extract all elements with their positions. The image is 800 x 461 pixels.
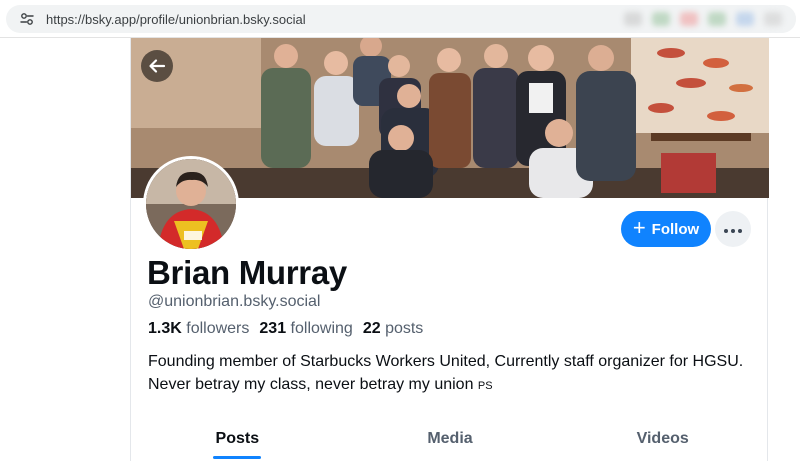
profile-tabs: Posts Media Videos <box>131 416 769 461</box>
url-text: https://bsky.app/profile/unionbrian.bsky… <box>46 11 306 27</box>
arrow-left-icon <box>149 59 166 73</box>
followers-link[interactable]: 1.3K followers <box>148 320 249 338</box>
profile-bio: Founding member of Starbucks Workers Uni… <box>148 350 748 398</box>
url-field[interactable]: https://bsky.app/profile/unionbrian.bsky… <box>6 5 796 33</box>
tab-label: Videos <box>636 429 689 447</box>
tab-media[interactable]: Media <box>344 416 557 461</box>
tab-label: Posts <box>215 429 260 447</box>
followers-count: 1.3K <box>148 320 182 337</box>
bio-text: Founding member of Starbucks Workers Uni… <box>148 353 744 393</box>
avatar[interactable] <box>143 156 239 252</box>
tab-videos[interactable]: Videos <box>556 416 769 461</box>
posts-label: posts <box>385 320 424 337</box>
display-name: Brian Murray <box>147 254 347 291</box>
plus-icon: + <box>632 215 646 240</box>
tab-label: Media <box>427 429 473 447</box>
profile-card: + Follow Brian Murray @unionbrian.bsky.s… <box>130 38 769 461</box>
following-link[interactable]: 231 following <box>259 320 352 338</box>
posts-count: 22 <box>362 320 381 337</box>
browser-address-bar: https://bsky.app/profile/unionbrian.bsky… <box>0 0 800 38</box>
bio-suffix: PS <box>477 380 493 392</box>
tune-icon[interactable] <box>14 6 40 32</box>
following-count: 231 <box>259 320 287 337</box>
tab-posts[interactable]: Posts <box>131 416 344 461</box>
follow-label: Follow <box>651 220 700 238</box>
followers-label: followers <box>186 320 250 337</box>
profile-handle: @unionbrian.bsky.social <box>148 293 321 310</box>
profile-stats: 1.3K followers 231 following 22 posts <box>148 320 423 338</box>
browser-extensions <box>526 5 796 33</box>
more-options-button[interactable] <box>715 211 751 247</box>
ellipsis-icon <box>723 220 744 238</box>
posts-stat: 22 posts <box>363 320 424 338</box>
following-label: following <box>290 320 353 337</box>
follow-button[interactable]: + Follow <box>621 211 711 247</box>
active-tab-indicator <box>213 456 262 459</box>
back-button[interactable] <box>141 50 173 82</box>
